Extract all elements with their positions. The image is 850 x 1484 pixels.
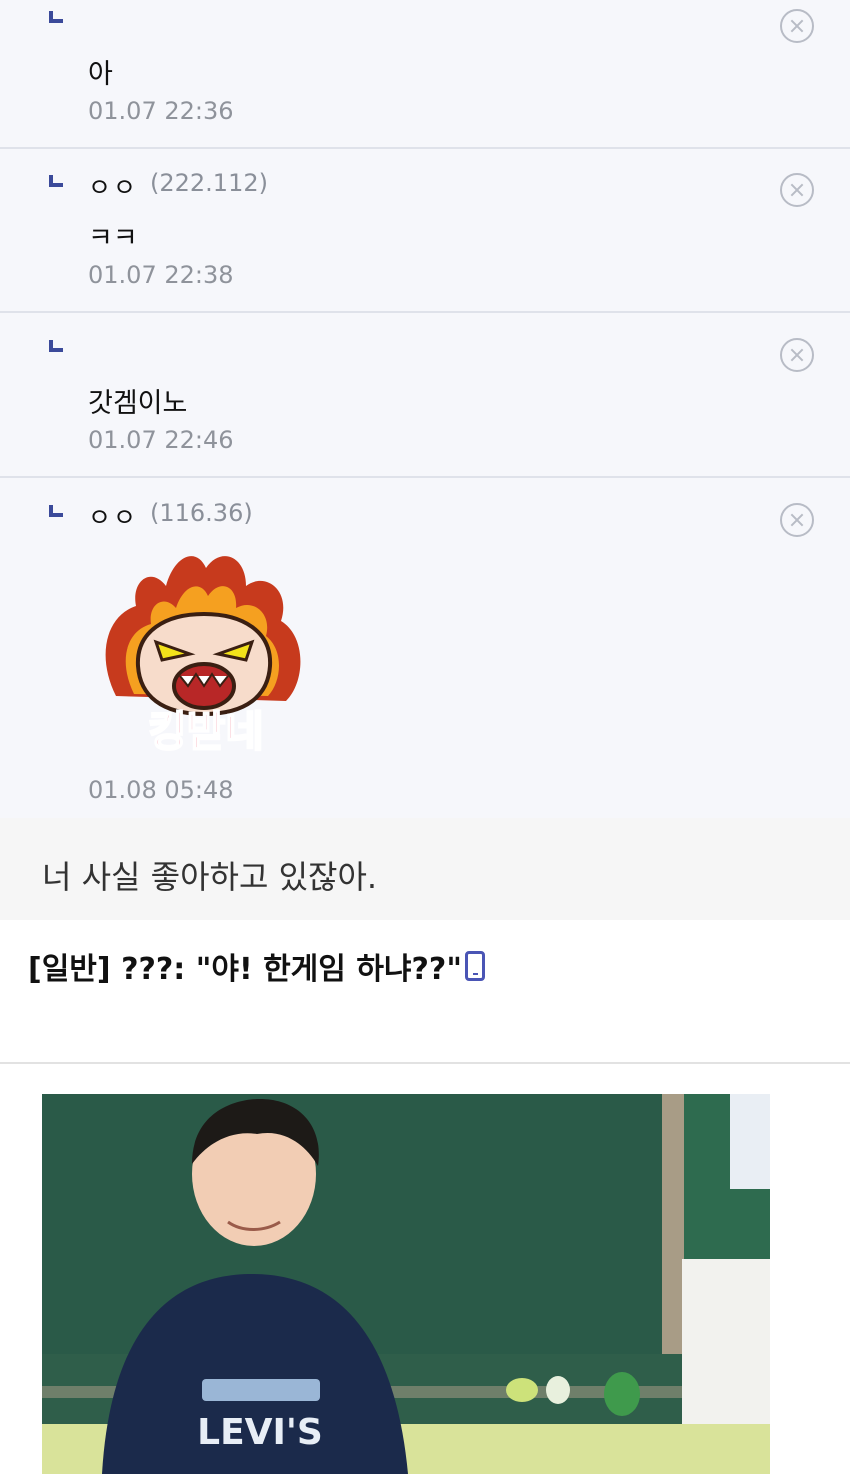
reply-arrow-icon	[49, 340, 63, 352]
comment-list: 아 01.07 22:36 ㅇㅇ (222.112) ㅋㅋ 01.07 22:3…	[0, 0, 850, 818]
delete-comment-icon[interactable]	[780, 503, 814, 537]
tagline-banner: 너 사실 좋아하고 있잖아.	[0, 818, 850, 920]
comment-time: 01.07 22:36	[88, 97, 234, 125]
sticker-image: 킹받네	[105, 556, 301, 757]
comment-text: ㅋㅋ	[88, 223, 138, 254]
delete-comment-icon[interactable]	[780, 173, 814, 207]
delete-comment-icon[interactable]	[780, 9, 814, 43]
mobile-icon	[465, 951, 485, 981]
comment-item: 아 01.07 22:36	[0, 0, 850, 149]
reply-arrow-icon	[49, 11, 63, 23]
shirt-text: LEVI'S	[197, 1412, 323, 1453]
reply-arrow-icon	[49, 175, 63, 187]
comment-text: 갓겜이노	[88, 388, 188, 419]
comment-text: 아	[88, 59, 113, 90]
comment-nickname[interactable]: ㅇㅇ	[88, 498, 138, 534]
comment-item: 갓겜이노 01.07 22:46	[0, 313, 850, 478]
comment-ip: (222.112)	[150, 169, 268, 197]
delete-comment-icon[interactable]	[780, 338, 814, 372]
comment-time: 01.07 22:38	[88, 261, 234, 289]
comment-time: 01.08 05:48	[88, 776, 234, 804]
comment-item: ㅇㅇ (222.112) ㅋㅋ 01.07 22:38	[0, 149, 850, 313]
sticker-text: 킹받네	[148, 707, 264, 756]
comment-item: ㅇㅇ (116.36) 킹받네 01.08 05:48	[0, 478, 850, 818]
comment-ip: (116.36)	[150, 499, 253, 527]
post-title[interactable]: [일반] ???: "야! 한게임 하냐??"	[28, 944, 462, 988]
post-photo[interactable]: LEVI'S	[42, 1094, 770, 1474]
divider	[0, 1062, 850, 1064]
comment-nickname[interactable]: ㅇㅇ	[88, 168, 138, 204]
comment-time: 01.07 22:46	[88, 426, 234, 454]
tagline-text: 너 사실 좋아하고 있잖아.	[42, 858, 378, 896]
reply-arrow-icon	[49, 505, 63, 517]
